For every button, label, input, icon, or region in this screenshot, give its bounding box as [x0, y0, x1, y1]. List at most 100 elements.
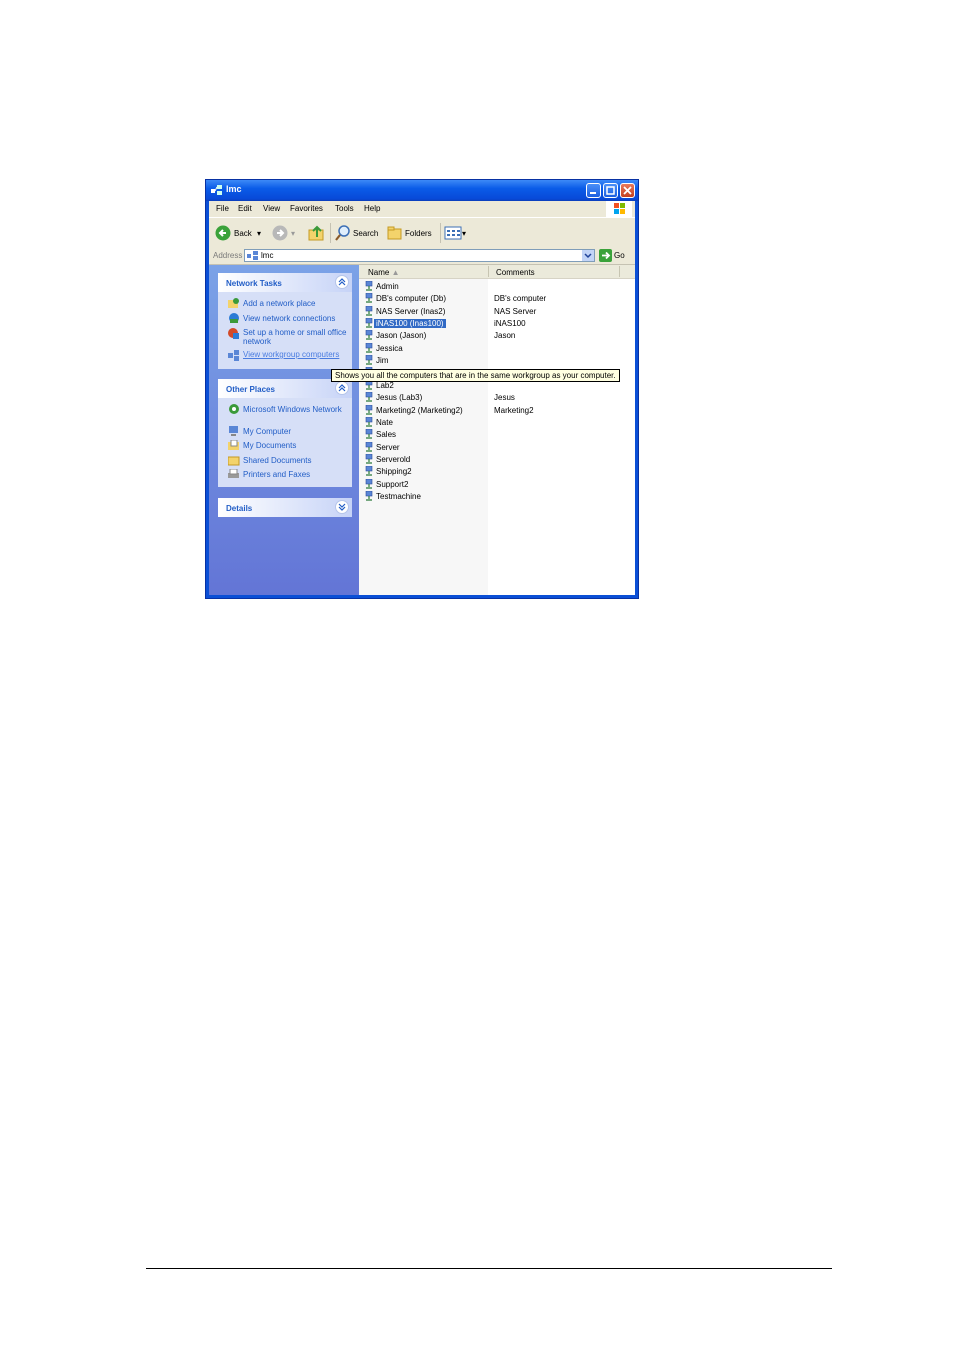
shared-documents-link[interactable]: Shared Documents: [243, 456, 348, 465]
other-places-panel: Other Places Microsoft Windows Network M…: [218, 379, 352, 487]
add-network-place-link[interactable]: Add a network place: [243, 299, 348, 308]
computer-name: Admin: [376, 282, 399, 291]
network-connections-icon: [229, 313, 239, 323]
list-item[interactable]: Sales: [365, 428, 765, 440]
computer-name: Server: [376, 442, 400, 452]
view-workgroup-computers-link[interactable]: View workgroup computers: [243, 350, 348, 359]
printers-and-faxes-link[interactable]: Printers and Faxes: [243, 470, 348, 479]
list-item[interactable]: Shipping2: [365, 465, 765, 477]
menu-view[interactable]: View: [263, 204, 280, 213]
forward-button[interactable]: ▾: [272, 225, 298, 241]
my-documents-link[interactable]: My Documents: [243, 441, 348, 450]
forward-arrow-icon: [272, 225, 288, 241]
menu-favorites[interactable]: Favorites: [290, 204, 323, 213]
computer-comment: DB's computer: [494, 294, 547, 304]
list-item[interactable]: Jason (Jason) Jason: [365, 329, 765, 341]
forward-dropdown-icon[interactable]: ▾: [291, 229, 295, 238]
list-item[interactable]: DB's computer (Db) DB's computer: [365, 292, 765, 304]
menu-file[interactable]: File: [216, 204, 229, 213]
network-tasks-title: Network Tasks: [226, 279, 282, 288]
network-icon: [211, 185, 222, 195]
column-header-comments[interactable]: Comments: [496, 268, 535, 277]
view-network-connections-link[interactable]: View network connections: [243, 314, 348, 323]
list-item[interactable]: Jesus (Lab3) Jesus: [365, 391, 765, 403]
computer-icon: [365, 318, 373, 328]
title-bar[interactable]: lmc: [206, 180, 638, 201]
network-icon: [247, 251, 258, 260]
column-divider[interactable]: [619, 266, 620, 277]
column-divider[interactable]: [488, 266, 489, 277]
printers-faxes-icon: [228, 469, 239, 478]
toolbar: Back ▾ ▾ Search Folders ▾: [209, 217, 635, 249]
search-button[interactable]: Search: [335, 225, 381, 241]
menu-bar: File Edit View Favorites Tools Help: [209, 201, 635, 217]
back-label: Back: [234, 229, 252, 238]
home-network-icon: [228, 328, 239, 339]
list-item[interactable]: Serverold: [365, 453, 765, 465]
maximize-button[interactable]: [603, 183, 618, 198]
address-value: lmc: [261, 251, 274, 260]
list-item[interactable]: Jessica: [365, 342, 765, 354]
computer-icon: [365, 466, 373, 476]
column-header-name[interactable]: Name ▲: [368, 268, 400, 277]
close-button[interactable]: [620, 183, 635, 198]
go-button[interactable]: Go: [599, 249, 627, 262]
computer-name: Jessica: [376, 343, 403, 353]
back-button[interactable]: Back ▾: [215, 225, 265, 241]
back-dropdown-icon[interactable]: ▾: [257, 229, 261, 238]
column-headers: Name ▲ Comments: [359, 265, 635, 279]
my-documents-icon: [228, 440, 239, 450]
menu-edit[interactable]: Edit: [238, 204, 252, 213]
details-header[interactable]: Details: [218, 498, 352, 517]
explorer-window: lmc File Edit View Favorites Tools Help …: [205, 179, 639, 599]
views-button[interactable]: ▾: [444, 225, 470, 241]
computer-icon: [365, 429, 373, 439]
minimize-button[interactable]: [586, 183, 601, 198]
menu-tools[interactable]: Tools: [335, 204, 354, 213]
search-icon: [335, 225, 350, 241]
computer-comment: Jesus: [494, 393, 515, 403]
list-item[interactable]: Nate: [365, 416, 765, 428]
list-item[interactable]: Jim: [365, 354, 765, 366]
views-dropdown-icon[interactable]: ▾: [462, 229, 466, 238]
computer-comment: Jason: [494, 331, 516, 341]
address-bar: Address lmc Go: [209, 247, 635, 265]
collapse-chevron-icon[interactable]: [335, 381, 349, 395]
list-item[interactable]: Support2: [365, 478, 765, 490]
computer-name: Nate: [376, 417, 393, 427]
collapse-chevron-icon[interactable]: [335, 275, 349, 289]
computer-name: NAS Server (Inas2): [376, 306, 446, 316]
list-item[interactable]: iNAS100 (Inas100) iNAS100: [365, 317, 765, 329]
address-input[interactable]: lmc: [244, 249, 595, 262]
address-label: Address: [213, 251, 243, 260]
toolbar-separator: [330, 223, 331, 243]
list-item[interactable]: NAS Server (Inas2) NAS Server: [365, 305, 765, 317]
address-dropdown-icon[interactable]: [582, 250, 594, 261]
up-folder-icon: [308, 225, 324, 241]
network-tasks-header[interactable]: Network Tasks: [218, 273, 352, 292]
computer-icon: [365, 453, 373, 464]
list-item[interactable]: Admin: [365, 280, 765, 292]
computer-icon: [365, 330, 373, 340]
computer-name: iNAS100 (Inas100): [374, 319, 446, 329]
workgroup-computers-icon: [228, 350, 239, 361]
list-item[interactable]: Marketing2 (Marketing2) Marketing2: [365, 404, 765, 416]
folders-button[interactable]: Folders: [387, 225, 435, 241]
microsoft-windows-network-link[interactable]: Microsoft Windows Network: [243, 405, 348, 414]
up-folder-button[interactable]: [308, 225, 326, 241]
my-computer-link[interactable]: My Computer: [243, 427, 348, 436]
folders-label: Folders: [405, 229, 432, 238]
shared-documents-icon: [228, 456, 240, 466]
computer-name: Lab2: [376, 380, 394, 390]
computer-icon: [365, 441, 373, 452]
expand-chevron-icon[interactable]: [335, 500, 349, 514]
list-item[interactable]: Testmachine: [365, 490, 765, 502]
go-label: Go: [614, 251, 625, 260]
computer-icon: [365, 342, 373, 353]
list-item[interactable]: Server: [365, 441, 765, 453]
setup-home-network-link[interactable]: Set up a home or small office network: [243, 328, 348, 346]
views-icon: [444, 226, 462, 240]
menu-help[interactable]: Help: [364, 204, 380, 213]
computer-comment: NAS Server: [494, 306, 537, 316]
network-tasks-panel: Network Tasks Add a network place View n…: [218, 273, 352, 369]
